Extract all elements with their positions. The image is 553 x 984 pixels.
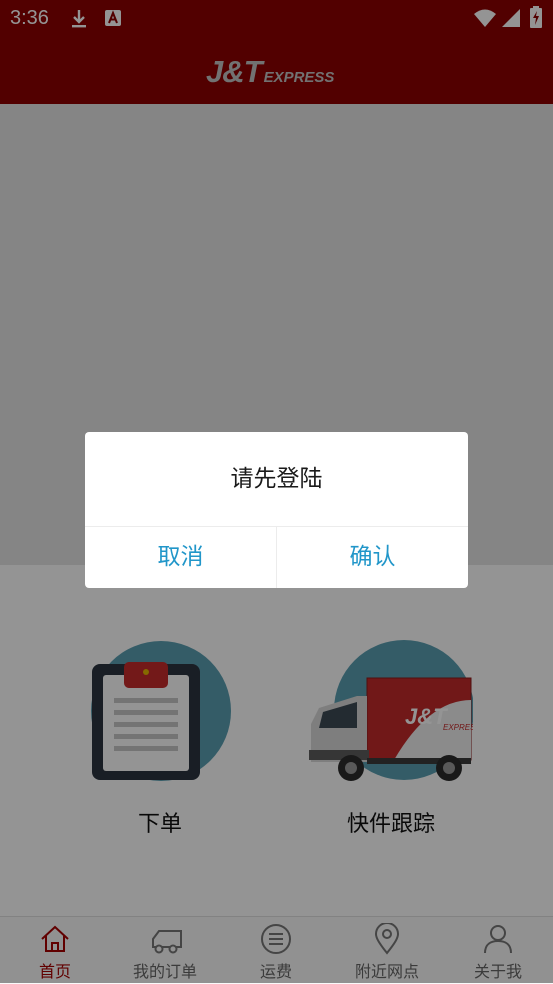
dialog-message: 请先登陆 [85,432,468,527]
login-prompt-dialog: 请先登陆 取消 确认 [85,432,468,588]
confirm-button[interactable]: 确认 [277,527,468,588]
cancel-button[interactable]: 取消 [85,527,277,588]
